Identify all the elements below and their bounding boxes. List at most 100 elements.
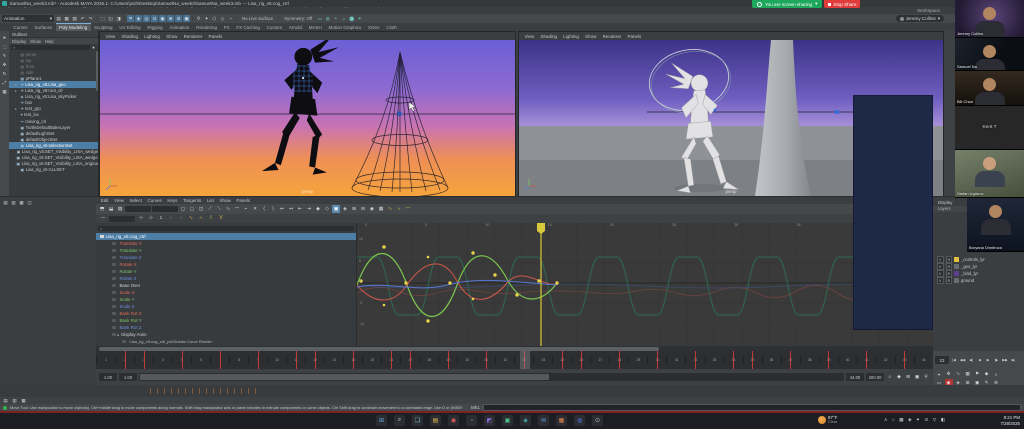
- timeline-playhead[interactable]: [519, 351, 530, 369]
- taskbar-app-icon[interactable]: ❏: [412, 415, 423, 426]
- frame-tick[interactable]: 13: [324, 356, 343, 364]
- tool-icon[interactable]: ▦: [1, 88, 8, 95]
- expand-icon[interactable]: ▾: [15, 83, 19, 87]
- graph-tool-icon[interactable]: —: [99, 215, 107, 223]
- transport-button[interactable]: ◀|: [967, 356, 975, 365]
- graph-tool-icon[interactable]: ⟩: [269, 205, 277, 213]
- command-bar-icon[interactable]: ▥: [11, 397, 18, 404]
- current-frame-field[interactable]: 23: [935, 356, 949, 364]
- frame-tick[interactable]: 33: [704, 356, 724, 364]
- graph-editor-menu-item[interactable]: Tangents: [180, 198, 204, 203]
- playback-option-icon[interactable]: ⊞: [904, 373, 912, 381]
- graph-editor-menu-item[interactable]: View: [111, 198, 126, 203]
- tool-icon[interactable]: ↻: [1, 70, 8, 77]
- shelf-tab[interactable]: Custom: [263, 24, 285, 31]
- channel-row[interactable]: Bank Rot X: [96, 310, 356, 317]
- channel-row[interactable]: Rotate X: [96, 261, 356, 268]
- graph-tool-icon[interactable]: [109, 215, 135, 222]
- frame-tick[interactable]: 8: [229, 356, 248, 364]
- taskbar-app-icon[interactable]: ✉: [538, 415, 549, 426]
- taskbar-app-icon[interactable]: ⊞: [376, 415, 387, 426]
- status-icon[interactable]: |: [95, 15, 98, 22]
- layer-visibility-toggle[interactable]: V: [937, 270, 944, 277]
- frame-tick[interactable]: 4: [153, 356, 172, 364]
- anim-tool-icon[interactable]: ⚑: [973, 370, 981, 378]
- graph-tool-icon[interactable]: ◆: [314, 205, 322, 213]
- status-icon[interactable]: ⊙: [151, 15, 158, 22]
- shelf-tab[interactable]: Motion Graphics: [325, 24, 365, 31]
- selected-node-row[interactable]: Lisa_rig_v5:cog_ctrl: [96, 233, 356, 240]
- graph-tool-icon[interactable]: ⟍: [215, 205, 223, 213]
- graph-tool-icon[interactable]: ◉: [368, 205, 376, 213]
- graph-tool-icon[interactable]: ◻: [179, 205, 187, 213]
- outliner-item[interactable]: ▣ Lisa_rig_v5:SET_Visibility_LISA_origin…: [9, 161, 99, 167]
- channel-toggle[interactable]: [112, 332, 116, 337]
- viewport-menu-item[interactable]: Panels: [625, 34, 644, 39]
- channel-toggle[interactable]: [112, 297, 116, 302]
- outliner-menu-item[interactable]: Show: [30, 39, 41, 44]
- channel-toggle[interactable]: [112, 241, 116, 246]
- channel-toggle[interactable]: [112, 276, 116, 281]
- graph-tool-icon[interactable]: 1: [157, 215, 165, 223]
- frame-tick[interactable]: 27: [590, 356, 609, 364]
- channel-toggle[interactable]: [112, 290, 116, 295]
- anim-tool-icon[interactable]: ⌖: [935, 370, 943, 378]
- viewport-menu-item[interactable]: Renderer: [600, 34, 624, 39]
- shelf-tab[interactable]: Animation: [166, 24, 193, 31]
- participant-tile[interactable]: Jeremy Collins: [955, 0, 1024, 38]
- anim-tool-icon[interactable]: ✥: [945, 370, 953, 378]
- graph-tool-icon[interactable]: ↦: [278, 205, 286, 213]
- graph-tool-icon[interactable]: ▦: [377, 205, 385, 213]
- render-icon[interactable]: ✶: [356, 15, 363, 22]
- channel-toggle[interactable]: [112, 304, 116, 309]
- render-icon[interactable]: ◍: [324, 15, 331, 22]
- range-slider[interactable]: [139, 373, 844, 381]
- taskbar-app-icon[interactable]: ▣: [502, 415, 513, 426]
- tool-icon[interactable]: ➤: [1, 34, 8, 41]
- graph-editor-curve-area[interactable]: 051015202530354045 1050-5-10: [357, 223, 933, 346]
- graph-tool-icon[interactable]: ⟋: [206, 205, 214, 213]
- frame-tick[interactable]: 22: [495, 356, 514, 364]
- status-icon[interactable]: ⊘: [175, 15, 182, 22]
- graph-editor-menu-item[interactable]: Curves: [145, 198, 165, 203]
- graph-tool-icon[interactable]: ≈: [197, 215, 205, 223]
- status-icon[interactable]: ◇: [219, 15, 226, 22]
- channel-row[interactable]: Rotate Y: [96, 268, 356, 275]
- graph-tool-icon[interactable]: ⌒: [404, 205, 412, 213]
- channel-toggle[interactable]: [122, 339, 126, 344]
- status-icon[interactable]: ⬚: [99, 15, 106, 22]
- workspace-selector[interactable]: Workspace: [917, 8, 940, 13]
- status-icon[interactable]: |: [191, 15, 194, 22]
- graph-editor-menu-item[interactable]: Keys: [165, 198, 181, 203]
- outliner-item[interactable]: ▣ Lisa_rig_v5:SET_Visibility_LISA_wedge: [9, 149, 98, 155]
- channel-row[interactable]: Base Over: [96, 282, 356, 289]
- shelf-tab[interactable]: Rigging: [144, 24, 166, 31]
- playback-start-field[interactable]: 1.00: [119, 373, 137, 381]
- graph-tool-icon[interactable]: Ⅴ: [217, 215, 225, 223]
- frame-tick[interactable]: 42: [875, 356, 895, 364]
- graph-tool-icon[interactable]: ◫: [197, 205, 205, 213]
- status-icon[interactable]: ◔: [227, 15, 234, 22]
- tool-icon[interactable]: ⤢: [1, 79, 8, 86]
- viewport-menu-item[interactable]: Shading: [119, 34, 141, 39]
- tray-icon[interactable]: ◈: [908, 417, 912, 423]
- frame-tick[interactable]: 1: [96, 356, 115, 364]
- outliner-scrollbar[interactable]: [96, 51, 98, 91]
- command-bar-icon[interactable]: ▤: [2, 397, 9, 404]
- channel-row[interactable]: Scale Y: [96, 296, 356, 303]
- tray-icon[interactable]: ⌂: [892, 417, 895, 423]
- taskbar-app-icon[interactable]: ◈: [520, 415, 531, 426]
- layer-color-swatch[interactable]: [954, 264, 959, 269]
- graph-tool-icon[interactable]: [152, 206, 178, 212]
- layer-color-swatch[interactable]: [954, 271, 959, 276]
- expand-icon[interactable]: ▸: [15, 89, 19, 93]
- shelf-tab[interactable]: Cloth: [383, 24, 400, 31]
- taskbar-weather[interactable]: 87°F Clear: [818, 415, 837, 425]
- outliner-menu-item[interactable]: Help: [45, 39, 54, 44]
- playback-option-icon[interactable]: ⌂: [886, 373, 894, 381]
- transport-button[interactable]: ◀: [976, 356, 984, 365]
- frame-tick[interactable]: 18: [419, 356, 438, 364]
- channel-row[interactable]: Lisa_rig_v5:cog_ctrl_pivGlobals Curve Re…: [96, 338, 356, 345]
- filter-icon[interactable]: ▾: [91, 45, 96, 50]
- graph-tool-icon[interactable]: ◦: [167, 215, 175, 223]
